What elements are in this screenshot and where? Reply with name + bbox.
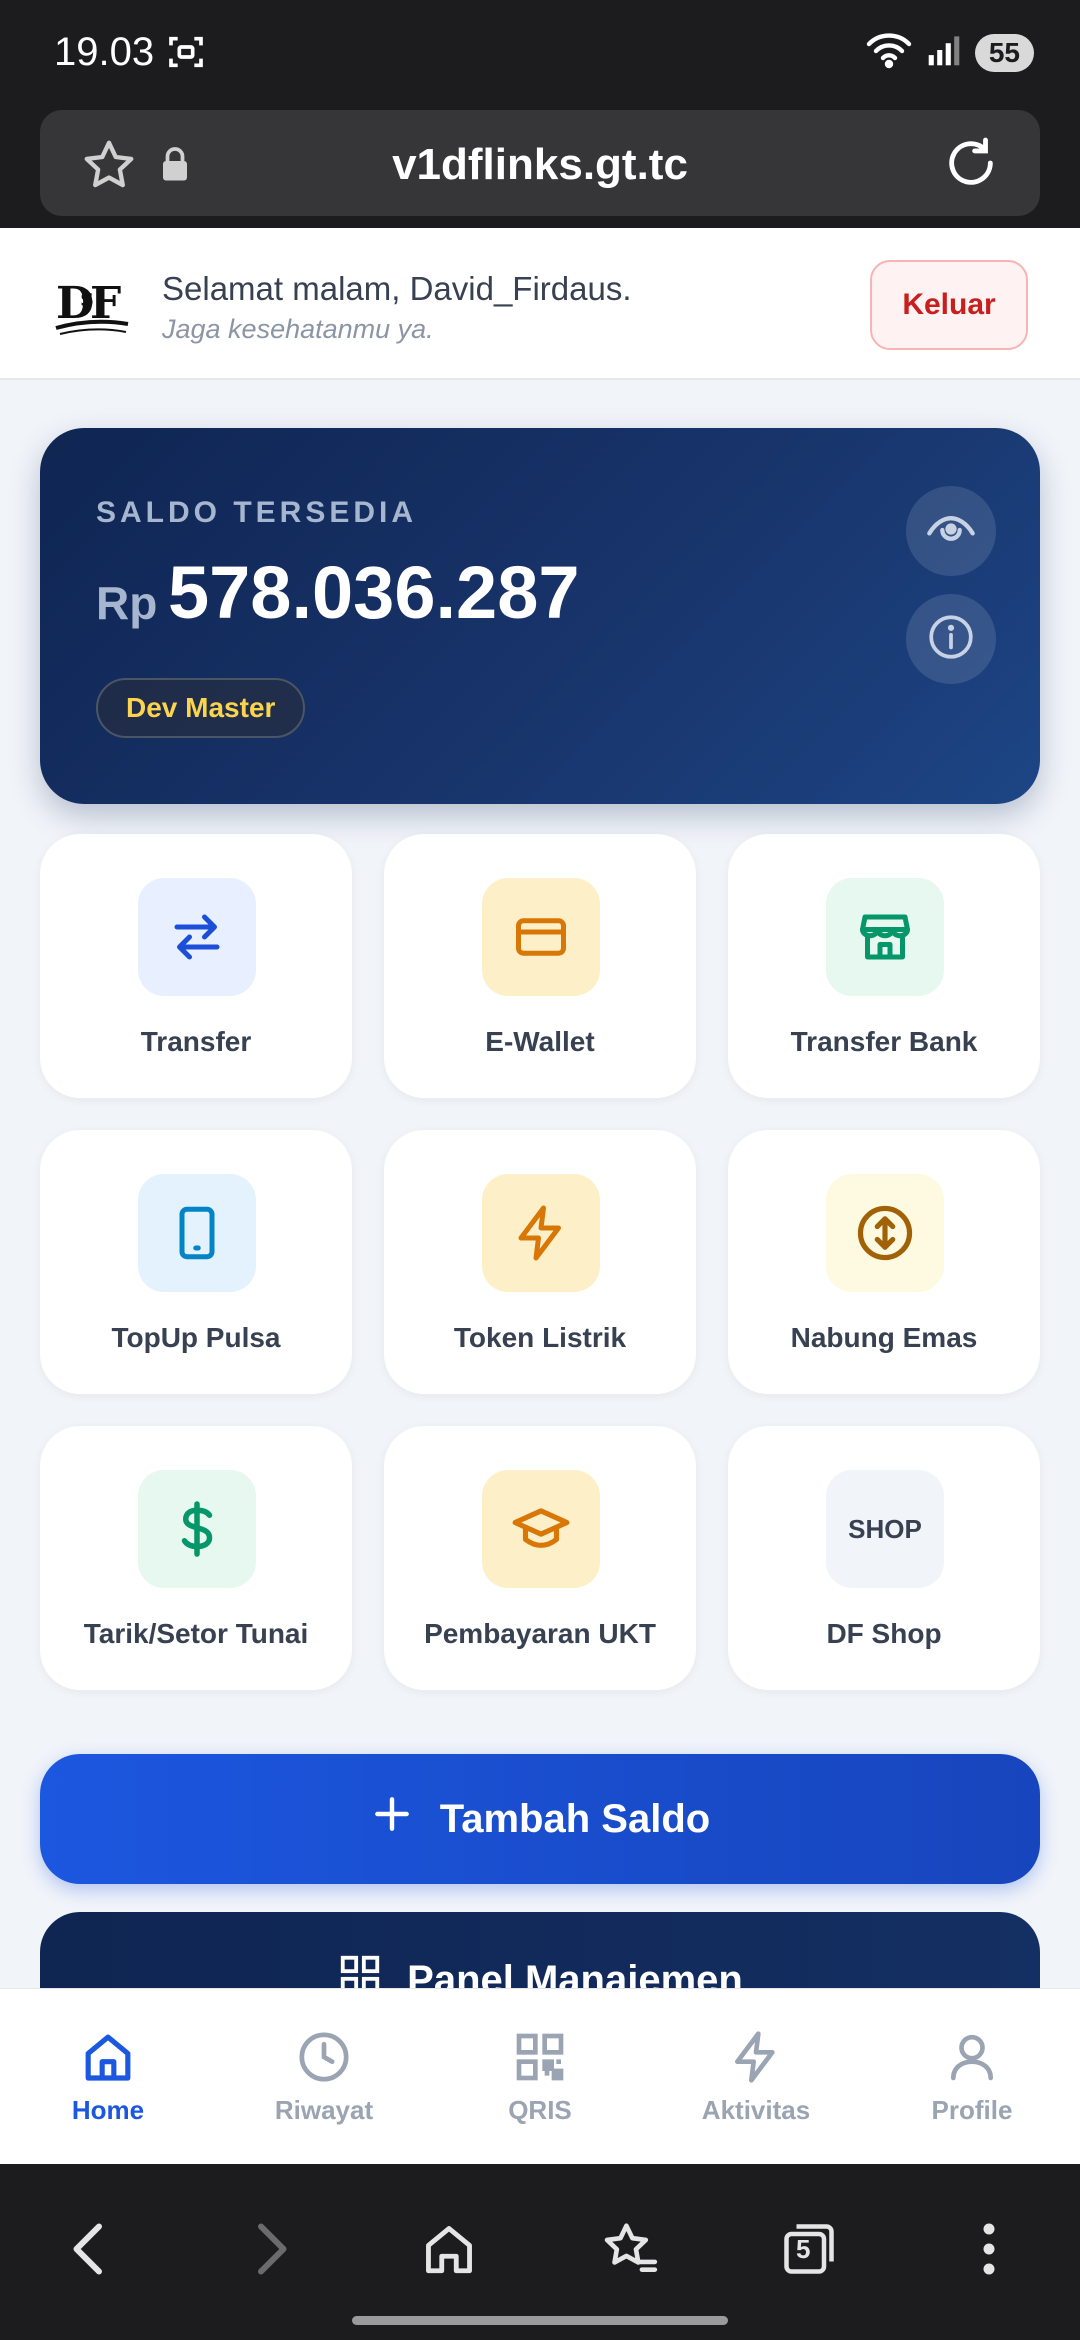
user-icon — [951, 2034, 993, 2081]
service-transfer[interactable]: Transfer — [40, 834, 352, 1098]
toggle-visibility-button[interactable] — [906, 486, 996, 576]
url-text: v1dflinks.gt.tc — [392, 140, 688, 189]
service-label: Tarik/Setor Tunai — [83, 1618, 309, 1649]
service-pembayaran-ukt[interactable]: Pembayaran UKT — [384, 1426, 696, 1690]
tabs-button[interactable]: 5 — [764, 2204, 854, 2294]
service-label: Token Listrik — [453, 1322, 627, 1353]
service-label: Transfer — [140, 1026, 252, 1057]
nav-home[interactable]: Home — [0, 1989, 216, 2165]
phone-icon — [179, 1206, 215, 1260]
service-nabung-emas[interactable]: Nabung Emas — [728, 1130, 1040, 1394]
app-header: D F $ Selamat malam, David_Firdaus. Jaga… — [0, 228, 1080, 380]
transfer-icon-box — [138, 878, 256, 996]
nav-label: QRIS — [508, 2095, 572, 2125]
back-button[interactable] — [44, 2204, 134, 2294]
tambah-saldo-label: Tambah Saldo — [439, 1796, 711, 1841]
service-topup-pulsa[interactable]: TopUp Pulsa — [40, 1130, 352, 1394]
nav-label: Riwayat — [274, 2095, 374, 2125]
status-time: 19.03 — [54, 30, 155, 74]
token-listrik-icon-box — [482, 1174, 600, 1292]
balance-card: SALDO TERSEDIA Rp 578.036.287 Dev Master — [40, 428, 1040, 804]
signal-icon — [927, 33, 961, 72]
df-shop-icon-box: SHOP — [826, 1470, 944, 1588]
star-list-icon — [604, 2223, 658, 2272]
service-tarik-setor-tunai[interactable]: Tarik/Setor Tunai — [40, 1426, 352, 1690]
greeting-subtitle: Jaga kesehatanmu ya. — [162, 314, 434, 344]
service-label: TopUp Pulsa — [111, 1322, 281, 1353]
address-bar[interactable]: v1dflinks.gt.tc — [40, 110, 1040, 216]
logout-button[interactable]: Keluar — [870, 260, 1028, 350]
nav-label: Home — [71, 2095, 145, 2125]
gold-arrows-circle-icon — [857, 1205, 913, 1261]
service-label: E-Wallet — [485, 1026, 595, 1057]
clock-icon — [299, 2032, 349, 2082]
browser-home-button[interactable] — [404, 2204, 494, 2294]
plus-icon — [370, 1792, 414, 1846]
service-label: Pembayaran UKT — [424, 1618, 656, 1649]
nav-label: Aktivitas — [701, 2095, 811, 2125]
forward-button[interactable] — [226, 2204, 316, 2294]
eye-icon — [925, 503, 977, 560]
info-button[interactable] — [906, 594, 996, 684]
service-label: DF Shop — [826, 1618, 942, 1649]
bottom-navigation: Home Riwayat QRIS Aktivitas Profile — [0, 1988, 1080, 2164]
nav-riwayat[interactable]: Riwayat — [216, 1989, 432, 2165]
reload-icon[interactable] — [942, 134, 1000, 197]
service-e-wallet[interactable]: E-Wallet — [384, 834, 696, 1098]
service-label: Nabung Emas — [790, 1322, 978, 1353]
gesture-handle — [352, 2316, 728, 2325]
system-navigation-bar: 5 — [0, 2164, 1080, 2340]
balance-label: SALDO TERSEDIA — [96, 496, 418, 529]
info-icon — [926, 612, 976, 667]
vertical-dots-icon — [983, 2223, 995, 2275]
tabs-count: 5 — [796, 2234, 811, 2264]
role-badge: Dev Master — [96, 678, 306, 738]
transfer-bank-icon-box — [826, 878, 944, 996]
lightning-icon — [518, 1205, 561, 1261]
nav-aktivitas[interactable]: Aktivitas — [648, 1989, 864, 2165]
nav-qris[interactable]: QRIS — [432, 1989, 648, 2165]
battery-indicator: 55 — [974, 33, 1034, 72]
topup-pulsa-icon-box — [138, 1174, 256, 1292]
pembayaran-ukt-icon-box — [482, 1470, 600, 1588]
nav-label: Profile — [931, 2095, 1013, 2125]
chevron-left-icon — [73, 2223, 102, 2275]
bookmarks-button[interactable] — [584, 2204, 674, 2294]
lightning-nav-icon — [735, 2031, 775, 2083]
dollar-icon — [181, 1501, 213, 1557]
transfer-arrows-icon — [174, 914, 220, 960]
nabung-emas-icon-box — [826, 1174, 944, 1292]
e-wallet-icon-box — [482, 878, 600, 996]
svg-text:$: $ — [80, 287, 94, 311]
screenshot-icon — [166, 32, 206, 77]
card-icon — [516, 918, 566, 956]
service-transfer-bank[interactable]: Transfer Bank — [728, 834, 1040, 1098]
more-menu-button[interactable] — [944, 2204, 1034, 2294]
browser-toolbar: v1dflinks.gt.tc — [0, 108, 1080, 228]
service-label: Transfer Bank — [790, 1026, 978, 1057]
service-df-shop[interactable]: SHOP DF Shop — [728, 1426, 1040, 1690]
df-logo: D F $ — [54, 274, 130, 338]
wifi-icon — [865, 30, 913, 75]
greeting-text: Selamat malam, David_Firdaus. — [162, 270, 632, 307]
tarik-setor-icon-box — [138, 1470, 256, 1588]
home-icon — [85, 2034, 131, 2081]
balance-amount: 578.036.287 — [168, 551, 580, 634]
graduation-cap-icon — [512, 1508, 570, 1548]
qr-grid-icon — [516, 2033, 564, 2081]
status-bar: 19.03 55 — [0, 0, 1080, 108]
chevron-right-icon — [258, 2223, 287, 2275]
balance-currency: Rp — [96, 577, 158, 629]
shop-text-icon: SHOP — [848, 1513, 922, 1544]
service-token-listrik[interactable]: Token Listrik — [384, 1130, 696, 1394]
bank-store-icon — [860, 914, 910, 960]
nav-profile[interactable]: Profile — [864, 1989, 1080, 2165]
home-outline-icon — [426, 2226, 472, 2274]
tambah-saldo-button[interactable]: Tambah Saldo — [40, 1754, 1040, 1884]
